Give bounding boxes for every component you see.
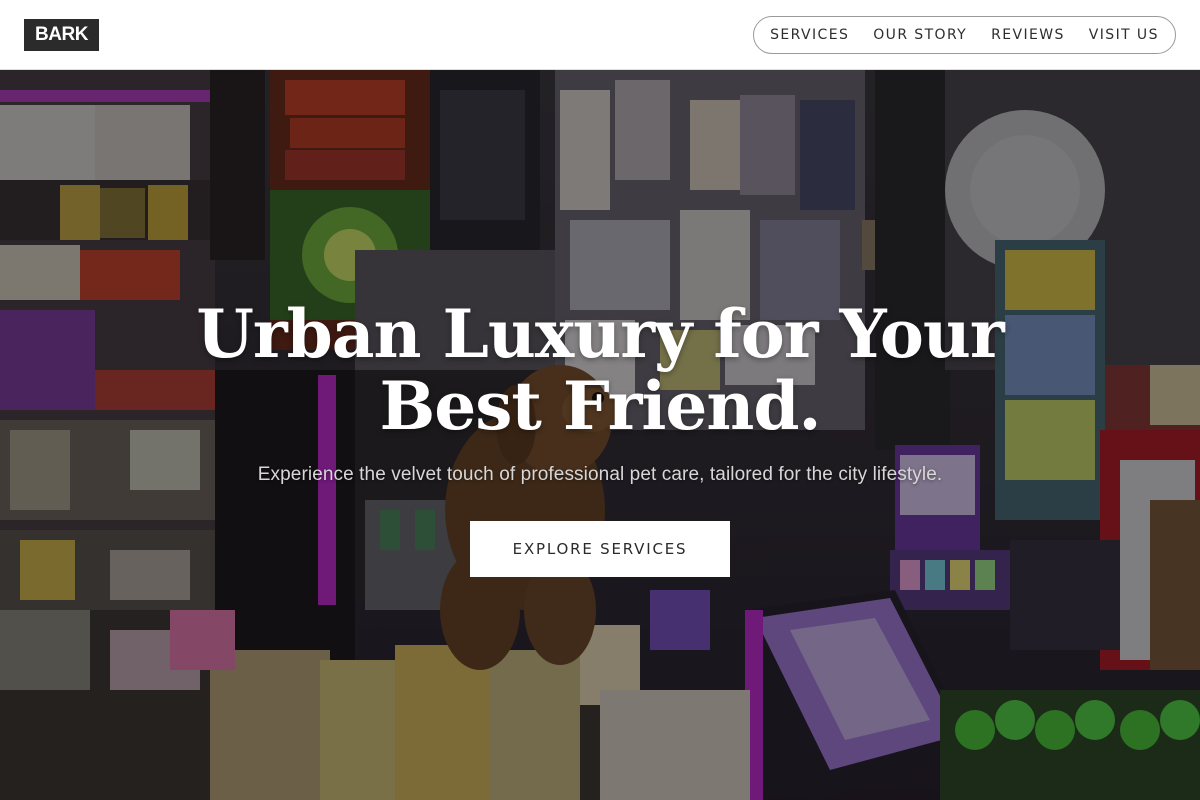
hero-title: Urban Luxury for Your Best Friend. <box>150 298 1050 442</box>
hero-section: Urban Luxury for Your Best Friend. Exper… <box>0 70 1200 800</box>
hero-content: Urban Luxury for Your Best Friend. Exper… <box>0 70 1200 800</box>
nav-link-visit-us[interactable]: VISIT US <box>1089 27 1159 43</box>
nav-link-our-story[interactable]: OUR STORY <box>873 27 967 43</box>
logo[interactable]: BARK <box>24 19 99 51</box>
nav-link-services[interactable]: SERVICES <box>770 27 849 43</box>
hero-title-line-2: Best Friend. <box>379 367 821 445</box>
site-header: BARK SERVICES OUR STORY REVIEWS VISIT US <box>0 0 1200 70</box>
nav-link-reviews[interactable]: REVIEWS <box>991 27 1065 43</box>
explore-services-button[interactable]: EXPLORE SERVICES <box>470 521 730 577</box>
hero-title-line-1: Urban Luxury for Your <box>196 295 1004 373</box>
main-nav: SERVICES OUR STORY REVIEWS VISIT US <box>753 16 1176 54</box>
hero-subtitle: Experience the velvet touch of professio… <box>257 464 943 485</box>
